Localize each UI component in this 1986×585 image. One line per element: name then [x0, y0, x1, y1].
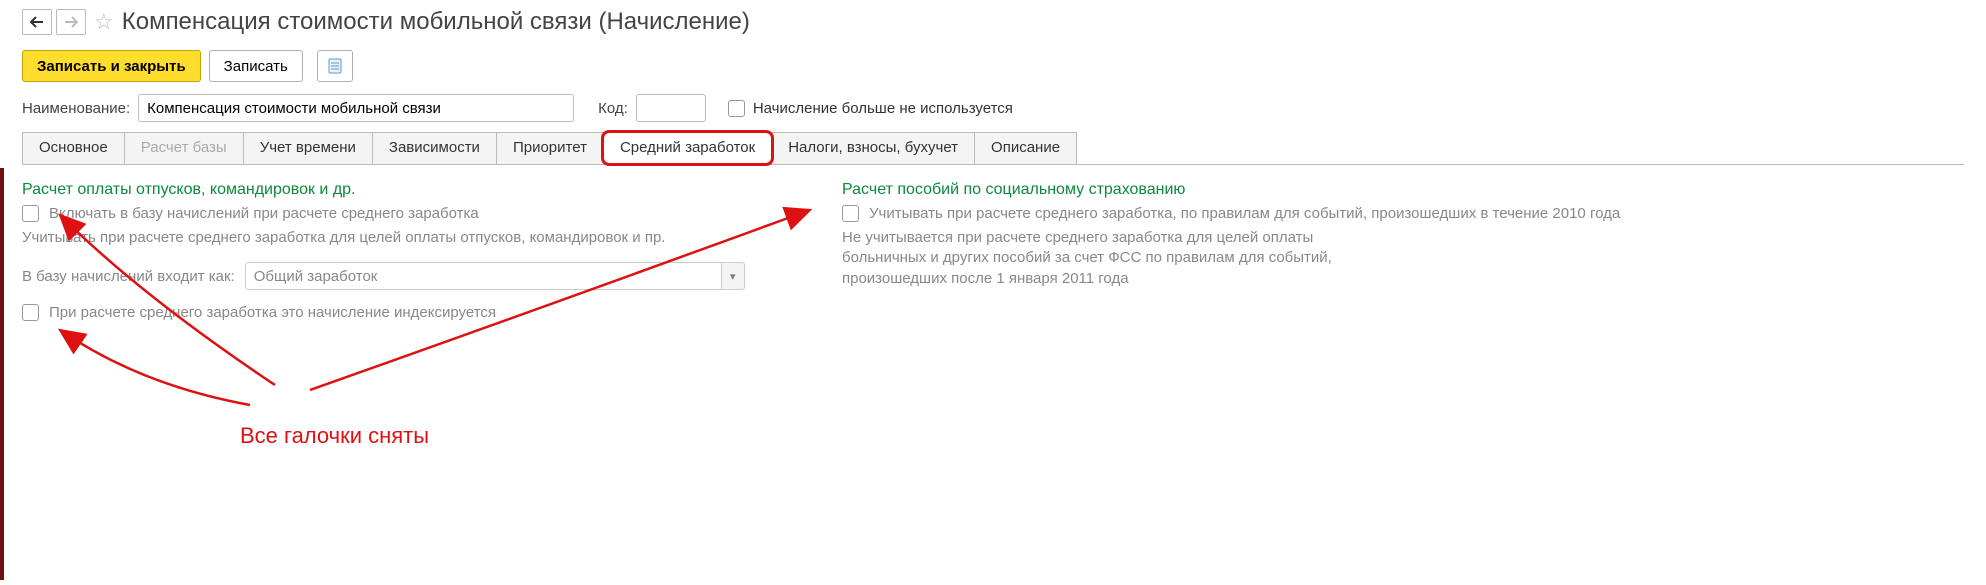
name-label: Наименование: [22, 100, 130, 117]
more-actions-button[interactable] [317, 50, 353, 82]
tab-base-calc[interactable]: Расчет базы [124, 132, 244, 164]
title-bar: ☆ Компенсация стоимости мобильной связи … [0, 0, 1986, 50]
indexed-group: При расчете среднего заработка это начис… [22, 304, 782, 321]
tab-dependencies[interactable]: Зависимости [372, 132, 497, 164]
fss-hint: Не учитывается при расчете среднего зара… [842, 228, 1362, 289]
right-section-title: Расчет пособий по социальному страховани… [842, 181, 1964, 199]
tab-description[interactable]: Описание [974, 132, 1077, 164]
deprecated-label: Начисление больше не используется [753, 100, 1013, 117]
tab-content: Расчет оплаты отпусков, командировок и д… [0, 165, 1986, 339]
include-in-base-label: Включать в базу начислений при расчете с… [49, 205, 479, 222]
indexed-checkbox[interactable] [22, 304, 39, 321]
tab-average-earnings[interactable]: Средний заработок [603, 132, 772, 164]
fss-group: Учитывать при расчете среднего заработка… [842, 205, 1964, 222]
code-input[interactable] [636, 94, 706, 122]
include-in-base-group: Включать в базу начислений при расчете с… [22, 205, 782, 222]
base-kind-value[interactable] [245, 262, 721, 290]
report-icon [327, 58, 343, 74]
left-column: Расчет оплаты отпусков, командировок и д… [22, 177, 782, 327]
left-section-title: Расчет оплаты отпусков, командировок и д… [22, 181, 782, 199]
arrow-right-icon [64, 16, 78, 28]
indexed-label: При расчете среднего заработка это начис… [49, 304, 496, 321]
fss-label: Учитывать при расчете среднего заработка… [869, 205, 1620, 222]
name-input[interactable] [138, 94, 574, 122]
favorite-star-icon[interactable]: ☆ [94, 11, 114, 33]
chevron-down-icon: ▾ [730, 270, 736, 283]
include-in-base-hint: Учитывать при расчете среднего заработка… [22, 228, 782, 248]
arrow-left-icon [30, 16, 44, 28]
base-kind-row: В базу начислений входит как: ▾ [22, 262, 782, 290]
base-kind-label: В базу начислений входит как: [22, 268, 235, 285]
annotation-text: Все галочки сняты [240, 423, 429, 449]
save-button[interactable]: Записать [209, 50, 303, 82]
back-button[interactable] [22, 9, 52, 35]
tab-time[interactable]: Учет времени [243, 132, 373, 164]
page-title: Компенсация стоимости мобильной связи (Н… [122, 8, 750, 36]
save-and-close-button[interactable]: Записать и закрыть [22, 50, 201, 82]
base-kind-dropdown-button[interactable]: ▾ [721, 262, 745, 290]
base-kind-select[interactable]: ▾ [245, 262, 745, 290]
tab-main[interactable]: Основное [22, 132, 125, 164]
right-column: Расчет пособий по социальному страховани… [842, 177, 1964, 327]
forward-button[interactable] [56, 9, 86, 35]
include-in-base-checkbox[interactable] [22, 205, 39, 222]
form-row: Наименование: Код: Начисление больше не … [0, 94, 1986, 132]
fss-checkbox[interactable] [842, 205, 859, 222]
deprecated-group: Начисление больше не используется [728, 100, 1013, 117]
tab-taxes[interactable]: Налоги, взносы, бухучет [771, 132, 975, 164]
code-label: Код: [598, 100, 628, 117]
tabs: Основное Расчет базы Учет времени Зависи… [22, 132, 1964, 165]
tab-priority[interactable]: Приоритет [496, 132, 604, 164]
toolbar: Записать и закрыть Записать [0, 50, 1986, 94]
deprecated-checkbox[interactable] [728, 100, 745, 117]
